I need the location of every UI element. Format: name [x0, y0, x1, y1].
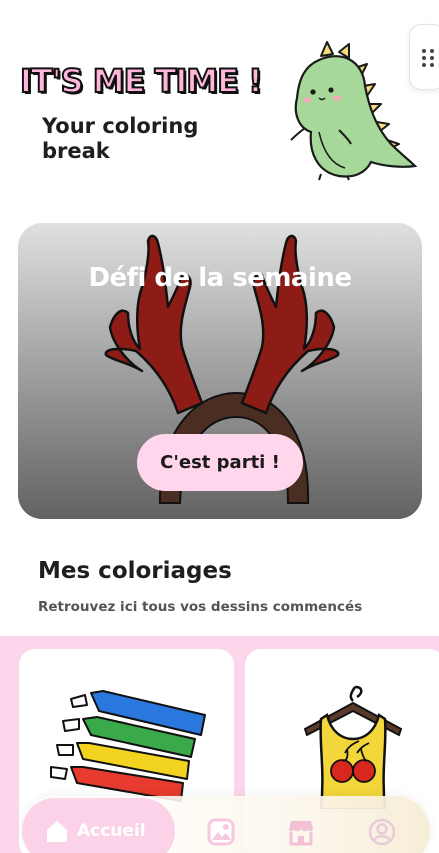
home-icon: [47, 821, 67, 842]
my-colorings-subtitle: Retrouvez ici tous vos dessins commencés: [38, 599, 363, 615]
nav-home-button[interactable]: Accueil: [22, 798, 175, 853]
my-colorings-title: Mes coloriages: [38, 558, 232, 584]
cherry-dress-image: [303, 685, 403, 811]
profile-icon[interactable]: [368, 818, 396, 846]
weekly-challenge-card[interactable]: Défi de la semaine C'est parti !: [18, 223, 422, 519]
challenge-title: Défi de la semaine: [88, 263, 352, 293]
grip-dots-icon: [422, 49, 434, 67]
nav-home-label: Accueil: [77, 821, 146, 841]
start-challenge-button[interactable]: C'est parti !: [137, 434, 303, 491]
page-title: IT'S ME TIME !: [19, 61, 264, 101]
page-subtitle: Your coloring break: [42, 114, 199, 163]
markers-image: [50, 690, 206, 802]
gallery-icon[interactable]: [207, 818, 235, 846]
store-icon[interactable]: [287, 818, 315, 846]
green-dinosaur-icon: [290, 41, 418, 181]
